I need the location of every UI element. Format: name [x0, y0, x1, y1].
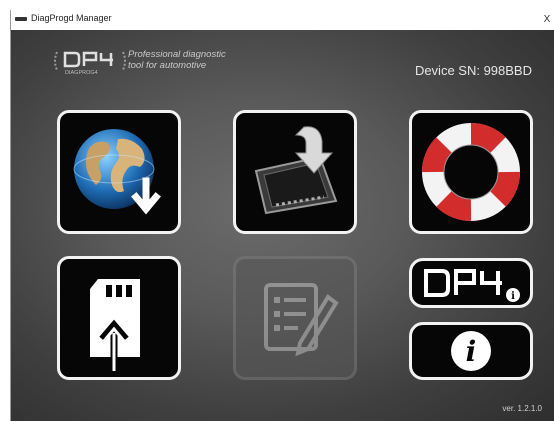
download-update-tile[interactable] [57, 110, 181, 234]
app-window: DiagProgd Manager X DIAGPROG4 Profession… [10, 10, 554, 421]
logo-subtext: DIAGPROG4 [65, 70, 98, 76]
device-info-tile[interactable]: i [409, 258, 533, 308]
dp4-info-glyph: i [511, 291, 515, 302]
info-glyph: i [466, 335, 477, 368]
close-button[interactable]: X [540, 10, 554, 30]
install-to-device-tile[interactable] [233, 110, 357, 234]
brand-logo: DIAGPROG4 Professional diagnostic tool f… [51, 44, 261, 78]
tagline-line-1: Professional diagnostic [128, 49, 226, 60]
info-icon: i [451, 331, 491, 371]
dp4-info-icon: i [424, 269, 520, 302]
main-panel: DIAGPROG4 Professional diagnostic tool f… [11, 30, 554, 421]
edit-report-tile[interactable] [233, 256, 357, 380]
globe-download-icon [73, 129, 161, 215]
tablet-install-icon [254, 126, 338, 215]
version-label: ver. 1.2.1.0 [502, 404, 542, 413]
device-serial: Device SN: 998BBD [414, 63, 532, 78]
app-icon [15, 17, 27, 21]
window-title: DiagProgd Manager [31, 13, 112, 23]
sd-card-upload-tile[interactable] [57, 256, 181, 380]
lifebuoy-icon [422, 123, 520, 221]
title-bar: DiagProgd Manager X [11, 10, 554, 30]
sd-card-upload-icon [90, 279, 140, 371]
support-tile[interactable] [409, 110, 533, 234]
tagline: Professional diagnostic tool for automot… [128, 49, 226, 71]
tagline-line-2: tool for automotive [128, 60, 207, 71]
document-edit-icon [264, 283, 339, 357]
dp4-logo-icon: DIAGPROG4 [54, 51, 126, 76]
about-tile[interactable]: i [409, 322, 533, 380]
